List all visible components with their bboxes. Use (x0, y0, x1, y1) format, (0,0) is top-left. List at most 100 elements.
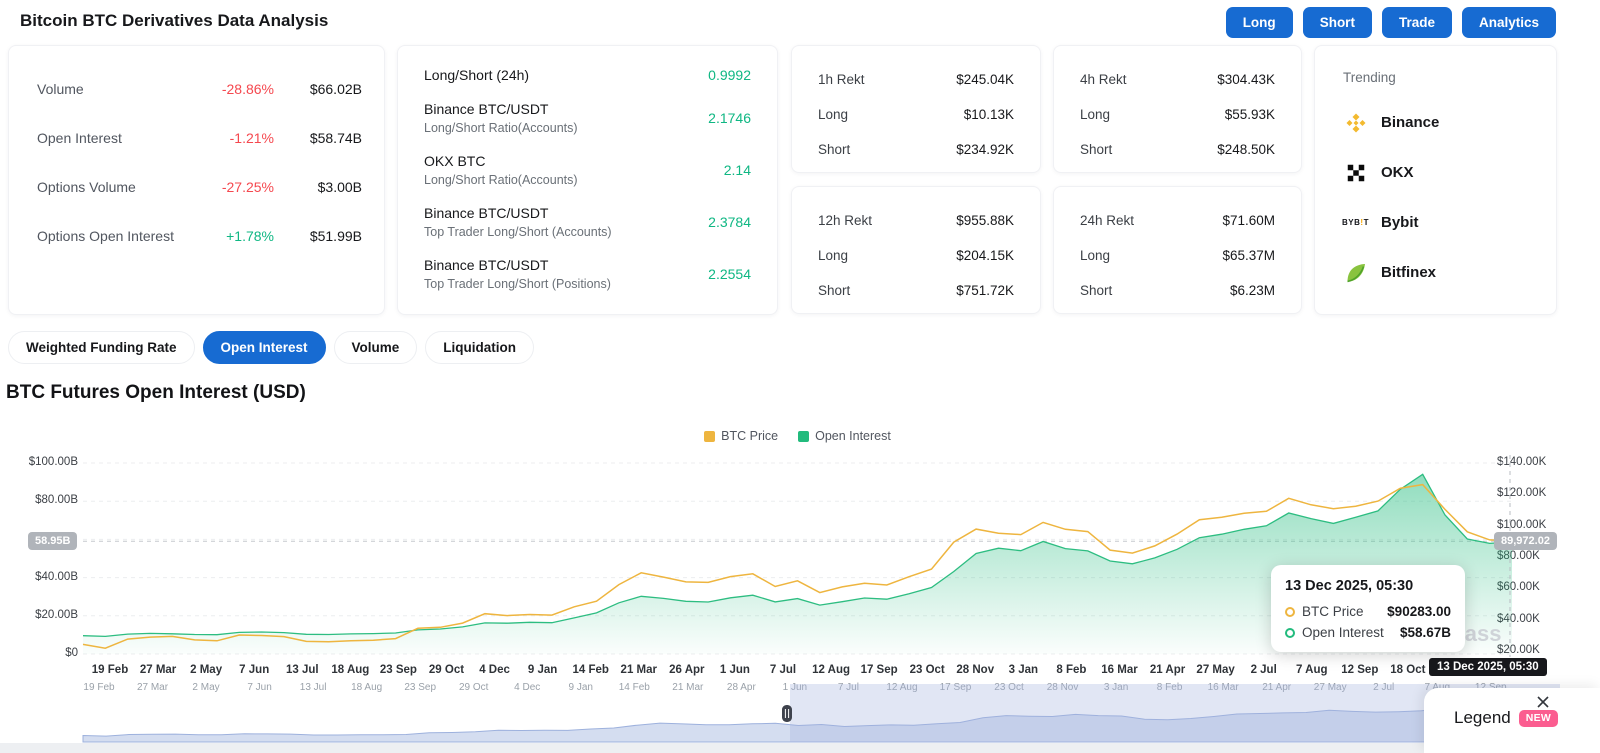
rekt-long-row: Long$204.15K (818, 238, 1014, 273)
tab-volume[interactable]: Volume (334, 331, 418, 364)
ratio-label: Long/Short (24h) (424, 67, 529, 83)
header-button-long[interactable]: Long (1226, 7, 1293, 38)
ratio-value: 2.2554 (708, 266, 751, 282)
new-badge: NEW (1519, 710, 1558, 727)
rekt-long-row: Long $55.93K (1080, 97, 1275, 132)
rekt-card-1h-rekt: 1h Rekt $245.04K Long $10.13K Short$234.92K (791, 45, 1041, 173)
header-button-trade[interactable]: Trade (1382, 7, 1452, 38)
trending-exchange-name: Bitfinex (1381, 264, 1436, 281)
ratio-sublabel: Long/Short Ratio(Accounts) (424, 121, 578, 135)
ratio-value: 2.14 (724, 162, 751, 178)
stat-change: +1.78% (182, 228, 274, 244)
rekt-short-row: Short $6.23M (1080, 273, 1275, 308)
stat-change: -1.21% (182, 130, 274, 146)
rekt-value: $955.88K (956, 213, 1014, 228)
stat-row-open-interest: Open Interest-1.21%$58.74B (37, 113, 362, 162)
rekt-value: $248.50K (1217, 142, 1275, 157)
rekt-card-24h-rekt: 24h Rekt $71.60M Long $65.37M Short $6.23M (1053, 186, 1302, 314)
ratio-label: Binance BTC/USDT (424, 205, 612, 221)
rekt-value: $751.72K (956, 283, 1014, 298)
rekt-value: $304.43K (1217, 72, 1275, 87)
series-dot (1285, 628, 1295, 638)
legend-panel-label: Legend (1454, 708, 1511, 728)
ratio-row-binance-btc-usdt-top-trader-long-short-positions: Binance BTC/USDTTop Trader Long/Short (P… (398, 248, 777, 300)
trending-exchange-name: OKX (1381, 164, 1414, 181)
rekt-card-12h-rekt: 12h Rekt $955.88K Long$204.15K Short $751.72… (791, 186, 1041, 314)
rekt-label: Short (1080, 283, 1112, 298)
stat-value: $58.74B (274, 130, 362, 146)
tooltip-row-open-interest: Open Interest$58.67B (1285, 625, 1451, 640)
ratio-label: Binance BTC/USDT (424, 257, 611, 273)
stat-change: -28.86% (182, 81, 274, 97)
ratio-value: 2.1746 (708, 110, 751, 126)
okx-icon (1345, 162, 1367, 184)
derivatives-dashboard: Bitcoin BTC Derivatives Data Analysis Lo… (0, 0, 1600, 753)
rekt-label: Short (818, 142, 850, 157)
rekt-total-row: 24h Rekt $71.60M (1080, 203, 1275, 238)
legend-swatch (798, 431, 809, 442)
binance-icon (1344, 111, 1368, 135)
rekt-total-row: 12h Rekt $955.88K (818, 203, 1014, 238)
ratio-row-binance-btc-usdt-long-short-ratio-accounts: Binance BTC/USDT Long/Short Ratio(Account… (398, 92, 777, 144)
legend-label: Open Interest (815, 429, 891, 443)
series-dot (1285, 607, 1295, 617)
stat-row-options-open-interest: Options Open Interest+1.78%$51.99B (37, 211, 362, 260)
tooltip-row-btc-price: BTC Price $90283.00 (1285, 604, 1451, 619)
stat-change: -27.25% (182, 179, 274, 195)
tab-open-interest[interactable]: Open Interest (203, 331, 326, 364)
tooltip-label: BTC Price (1302, 604, 1380, 619)
trending-exchange-name: Bybit (1381, 214, 1419, 231)
rekt-value: $55.93K (1225, 107, 1275, 122)
rekt-label: Long (1080, 248, 1110, 263)
rekt-short-row: Short $248.50K (1080, 132, 1275, 167)
rekt-value: $10.13K (964, 107, 1014, 122)
navigator-left-handle[interactable] (782, 705, 792, 722)
ratio-labels: Binance BTC/USDTTop Trader Long/Short (A… (424, 205, 612, 239)
rekt-label: Long (1080, 107, 1110, 122)
ratio-label: Binance BTC/USDT (424, 101, 578, 117)
ratio-sublabel: Long/Short Ratio(Accounts) (424, 173, 578, 187)
ratio-value: 2.3784 (708, 214, 751, 230)
tab-liquidation[interactable]: Liquidation (425, 331, 534, 364)
range-navigator[interactable] (0, 680, 1600, 743)
rekt-label: 4h Rekt (1080, 72, 1127, 87)
stat-row-volume: Volume-28.86%$66.02B (37, 64, 362, 113)
legend-item-open-interest[interactable]: Open Interest (798, 429, 891, 443)
rekt-value: $65.37M (1222, 248, 1275, 263)
rekt-short-row: Short$234.92K (818, 132, 1014, 167)
rekt-value: $71.60M (1222, 213, 1275, 228)
horizontal-scrollbar[interactable] (0, 743, 1600, 753)
ratio-label: OKX BTC (424, 153, 578, 169)
rekt-value: $204.15K (956, 248, 1014, 263)
chart-tooltip: 13 Dec 2025, 05:30 BTC Price $90283.00 Ope… (1271, 565, 1465, 652)
bybit-icon: BYB!T (1342, 218, 1369, 227)
header-button-short[interactable]: Short (1303, 7, 1372, 38)
rekt-value: $6.23M (1230, 283, 1275, 298)
ratio-row-binance-btc-usdt-top-trader-long-short-accounts: Binance BTC/USDTTop Trader Long/Short (A… (398, 196, 777, 248)
ratio-row-okx-btc-long-short-ratio-accounts: OKX BTC Long/Short Ratio(Accounts) 2.14 (398, 144, 777, 196)
stat-value: $66.02B (274, 81, 362, 97)
bitfinex-icon (1344, 261, 1368, 285)
legend-label: BTC Price (721, 429, 778, 443)
x-axis-current-badge: 13 Dec 2025, 05:30 (1429, 658, 1547, 676)
tooltip-value: $90283.00 (1387, 604, 1451, 619)
ratio-value: 0.9992 (708, 67, 751, 83)
rekt-total-row: 4h Rekt $304.43K (1080, 62, 1275, 97)
rekt-label: Long (818, 107, 848, 122)
rekt-label: Short (818, 283, 850, 298)
rekt-value: $245.04K (956, 72, 1014, 87)
rekt-label: 12h Rekt (818, 213, 872, 228)
stat-value: $3.00B (274, 179, 362, 195)
rekt-label: 1h Rekt (818, 72, 865, 87)
rekt-label: Short (1080, 142, 1112, 157)
ratio-labels: OKX BTC Long/Short Ratio(Accounts) (424, 153, 578, 187)
legend-panel: Legend NEW (1424, 688, 1600, 753)
tooltip-title: 13 Dec 2025, 05:30 (1285, 578, 1451, 594)
rekt-label: 24h Rekt (1080, 213, 1134, 228)
ratio-labels: Long/Short (24h) (424, 67, 529, 83)
ratio-labels: Binance BTC/USDT Long/Short Ratio(Account… (424, 101, 578, 135)
rekt-short-row: Short $751.72K (818, 273, 1014, 308)
rekt-long-row: Long $10.13K (818, 97, 1014, 132)
legend-item-btc-price[interactable]: BTC Price (704, 429, 778, 443)
ratio-row-long-short-24h: Long/Short (24h) 0.9992 (398, 58, 777, 92)
